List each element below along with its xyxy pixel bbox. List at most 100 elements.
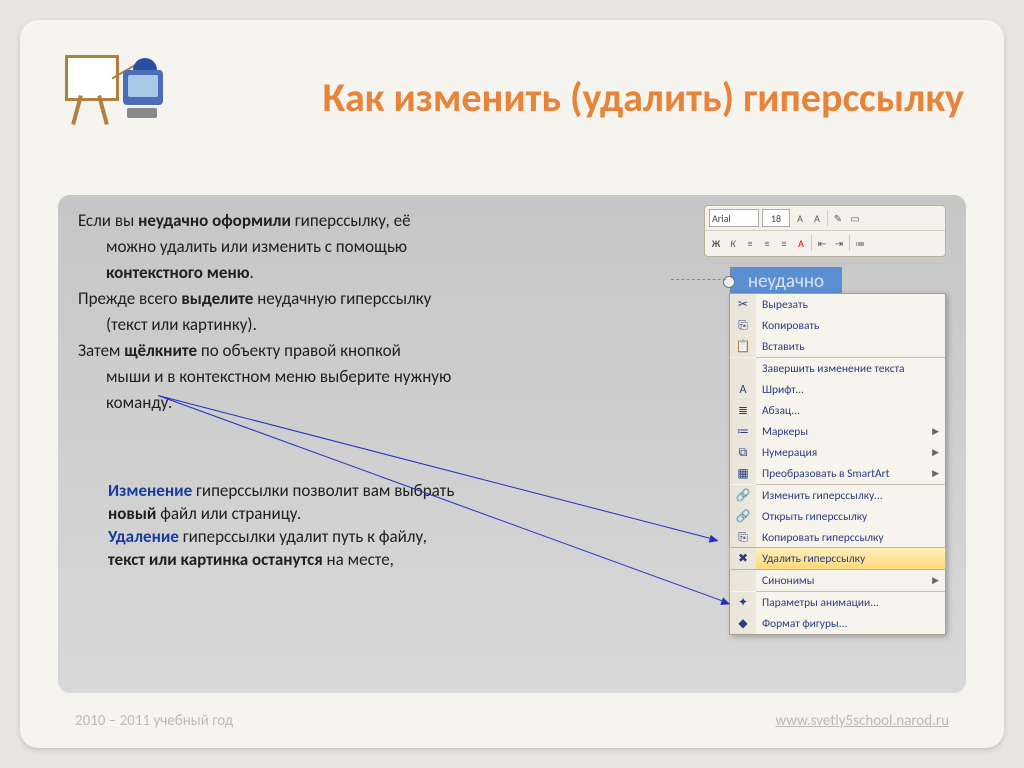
menu-item[interactable]: ⎘Копировать (730, 315, 945, 336)
grow-font-icon[interactable]: A (793, 210, 807, 226)
menu-item-icon (730, 358, 756, 379)
menu-item-label: Удалить гиперссылку (756, 552, 945, 566)
menu-item-icon: ◆ (730, 613, 756, 634)
menu-item[interactable]: ✂Вырезать (730, 294, 945, 315)
menu-item[interactable]: ≔Маркеры▶ (730, 421, 945, 442)
menu-item[interactable]: ⧉Нумерация▶ (730, 442, 945, 463)
menu-item-icon: 🔗 (730, 506, 756, 527)
teacher-clipart (65, 50, 165, 135)
slide: Как изменить (удалить) гиперссылку Если … (20, 20, 1004, 748)
font-selector[interactable]: Arial (709, 209, 759, 227)
menu-item[interactable]: Синонимы▶ (730, 570, 945, 591)
format-painter-icon[interactable]: ✎ (831, 210, 845, 226)
menu-item-label: Копировать (756, 319, 945, 333)
text: Прежде всего (78, 288, 181, 309)
shrink-font-icon[interactable]: A (810, 210, 824, 226)
menu-item-label: Параметры анимации... (756, 596, 945, 610)
menu-item-label: Открыть гиперссылку (756, 510, 945, 524)
submenu-arrow-icon: ▶ (932, 575, 939, 586)
slide-title: Как изменить (удалить) гиперссылку (210, 75, 964, 121)
text: гиперссылки позволит вам выбрать (196, 480, 454, 501)
text-bold: выделите (181, 288, 257, 309)
text: на месте, (327, 549, 394, 570)
submenu-arrow-icon: ▶ (932, 426, 939, 437)
highlight-icon[interactable]: ▭ (848, 210, 862, 226)
context-menu: ✂Вырезать⎘Копировать📋ВставитьЗавершить и… (729, 293, 946, 635)
selected-hyperlink-text[interactable]: неудачно (730, 267, 842, 295)
menu-item[interactable]: Завершить изменение текста (730, 358, 945, 379)
text: мыши и в контекстном меню выберите нужну… (106, 366, 451, 387)
footer-year: 2010 – 2011 учебный год (75, 712, 233, 730)
menu-item-icon: 🔗 (730, 485, 756, 506)
menu-item-label: Изменить гиперссылку... (756, 489, 945, 503)
content-panel: Если вы неудачно оформили гиперссылку, е… (58, 195, 966, 693)
text: гиперссылку, её (295, 210, 411, 231)
menu-item[interactable]: AШрифт... (730, 379, 945, 400)
menu-item[interactable]: ✦Параметры анимации... (730, 592, 945, 613)
text-emph: Удаление (108, 526, 183, 547)
text: гиперссылки удалит путь к файлу, (183, 526, 427, 547)
menu-item-icon: A (730, 379, 756, 400)
menu-item[interactable]: ≣Абзац... (730, 400, 945, 421)
submenu-arrow-icon: ▶ (932, 468, 939, 479)
text: по объекту правой кнопкой (201, 340, 401, 361)
align-right-icon[interactable]: ≡ (777, 235, 791, 251)
menu-item-label: Маркеры (756, 425, 945, 439)
menu-item-icon: ✖ (730, 548, 756, 569)
menu-item[interactable]: ◆Формат фигуры... (730, 613, 945, 634)
menu-item[interactable]: 🔗Изменить гиперссылку... (730, 485, 945, 506)
text-emph: Изменение (108, 480, 196, 501)
menu-item-label: Вставить (756, 340, 945, 354)
body-text: Если вы неудачно оформили гиперссылку, е… (78, 210, 638, 418)
menu-item-label: Преобразовать в SmartArt (756, 467, 945, 481)
menu-item-icon: ▦ (730, 463, 756, 484)
text: Затем (78, 340, 124, 361)
italic-icon[interactable]: К (726, 235, 740, 251)
text-bold: щёлкните (124, 340, 201, 361)
bullets-icon[interactable]: ≔ (853, 235, 867, 251)
text: команду. (106, 392, 172, 413)
decrease-indent-icon[interactable]: ⇤ (815, 235, 829, 251)
font-color-icon[interactable]: A (794, 235, 808, 251)
menu-item[interactable]: 📋Вставить (730, 336, 945, 357)
text: файл или страницу. (160, 503, 301, 524)
menu-item-label: Синонимы (756, 574, 945, 588)
menu-item-icon: ✦ (730, 592, 756, 613)
menu-item-icon: ⧉ (730, 442, 756, 463)
align-center-icon[interactable]: ≡ (760, 235, 774, 251)
font-size-selector[interactable]: 18 (762, 209, 790, 227)
text-bold: неудачно оформили (138, 210, 295, 231)
menu-item-label: Копировать гиперссылку (756, 531, 945, 545)
text: Если вы (78, 210, 138, 231)
text: (текст или картинку). (106, 314, 257, 335)
note-text: Изменение гиперссылки позволит вам выбра… (108, 480, 628, 572)
menu-item-label: Завершить изменение текста (756, 362, 945, 376)
menu-item-icon: 📋 (730, 336, 756, 357)
menu-item-label: Формат фигуры... (756, 617, 945, 631)
menu-item[interactable]: ✖Удалить гиперссылку (729, 547, 946, 570)
text-bold: новый (108, 503, 160, 524)
menu-item[interactable]: 🔗Открыть гиперссылку (730, 506, 945, 527)
text: . (250, 262, 254, 283)
align-icon[interactable]: ≡ (743, 235, 757, 251)
menu-item-icon: ≔ (730, 421, 756, 442)
text-bold: контекстного меню (106, 262, 250, 283)
menu-item-label: Вырезать (756, 298, 945, 312)
menu-item-icon: ⎘ (730, 527, 756, 548)
text-bold: текст или картинка останутся (108, 549, 327, 570)
text: можно удалить или изменить с помощью (106, 236, 407, 257)
menu-item[interactable]: ▦Преобразовать в SmartArt▶ (730, 463, 945, 484)
menu-item[interactable]: ⎘Копировать гиперссылку (730, 527, 945, 548)
footer-link[interactable]: www.svetly5school.narod.ru (775, 712, 949, 730)
menu-item-icon (730, 570, 756, 591)
increase-indent-icon[interactable]: ⇥ (832, 235, 846, 251)
bold-icon[interactable]: Ж (709, 235, 723, 251)
menu-item-icon: ✂ (730, 294, 756, 315)
submenu-arrow-icon: ▶ (932, 447, 939, 458)
menu-item-label: Шрифт... (756, 383, 945, 397)
menu-item-label: Абзац... (756, 404, 945, 418)
text: неудачную гиперссылку (257, 288, 431, 309)
menu-item-icon: ≣ (730, 400, 756, 421)
menu-item-icon: ⎘ (730, 315, 756, 336)
menu-item-label: Нумерация (756, 446, 945, 460)
